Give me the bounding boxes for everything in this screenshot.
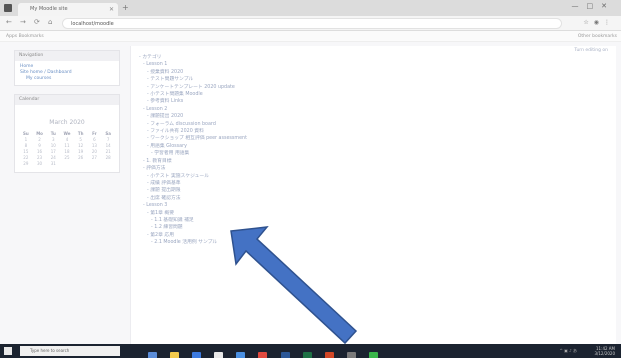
reload-icon[interactable]: ⟳ (34, 18, 40, 26)
category-tree: - カテゴリ - Lesson 1- 授業資料 2020- テスト問題サンプル - … (139, 54, 247, 247)
tree-item[interactable]: - テスト問題サンプル (139, 76, 247, 83)
tree-item[interactable]: - フォーラム discussion board (139, 121, 247, 128)
tree-item[interactable]: - 出席 確認方法 (139, 195, 247, 202)
file-explorer-icon[interactable] (170, 352, 180, 358)
tree-item[interactable]: - 成績 評価基準 (139, 180, 247, 187)
settings-icon[interactable] (346, 352, 356, 358)
calendar-month: March 2020 (49, 119, 85, 126)
home-icon[interactable]: ⌂ (48, 18, 52, 26)
tree-item[interactable]: - 小テスト問題集 Moodle (139, 91, 247, 98)
task-view-icon[interactable] (148, 352, 157, 358)
tree-item[interactable]: - 小テスト 実施スケジュール (139, 173, 247, 180)
taskbar-search[interactable]: Type here to search (20, 346, 120, 356)
main-content: Turn editing on - カテゴリ - Lesson 1- 授業資料 2… (130, 46, 616, 344)
tree-item[interactable]: - 2.1 Moodle 活用例 サンプル (139, 239, 247, 246)
calendar-title: Calendar (15, 95, 119, 105)
tree-item[interactable]: - 参考資料 Links (139, 98, 247, 105)
extension-icons[interactable]: ☆◉⋮ (583, 19, 615, 26)
window-controls[interactable]: —□✕ (572, 2, 615, 10)
tree-item[interactable]: - 課題 提出期限 (139, 187, 247, 194)
calendar-block: Calendar March 2020 Su Mo Tu We Th Fr Sa 1 2 3 4 5 6… (14, 94, 120, 173)
store-icon[interactable] (214, 352, 224, 358)
mail-icon[interactable] (236, 352, 246, 358)
windows-start-icon[interactable] (4, 347, 12, 355)
chrome-icon[interactable] (258, 352, 268, 358)
tree-item[interactable]: - 学習者用 用語集 (139, 150, 247, 157)
pinned-apps (148, 346, 386, 358)
tree-item[interactable]: - 1.1 基礎知識 補足 (139, 217, 247, 224)
calendar-day (60, 160, 74, 166)
browser-toolbar: ← → ⟳ ⌂ localhost/moodle ☆◉⋮ (0, 16, 621, 31)
calendar-grid: Su Mo Tu We Th Fr Sa 1 2 3 4 5 6 7 8 9 10 11 12 13 14 15 16 17 1… (19, 130, 115, 166)
calendar-day[interactable]: 30 (33, 160, 47, 166)
sidebar: Navigation Home Site home / Dashboard My c… (14, 50, 120, 181)
address-bar[interactable]: localhost/moodle (62, 18, 562, 29)
tree-item[interactable]: - Lesson 1 (139, 61, 247, 68)
navigation-block: Navigation Home Site home / Dashboard My c… (14, 50, 120, 86)
tree-item[interactable]: - 用語集 Glossary (139, 143, 247, 150)
forward-icon[interactable]: → (20, 18, 26, 26)
calendar-day (101, 160, 115, 166)
tree-item[interactable]: - ファイル共有 2020 資料 (139, 128, 247, 135)
tab-title: My Moodle site (30, 6, 68, 12)
tree-item[interactable]: - カテゴリ (139, 54, 247, 61)
sidebar-item[interactable]: My courses (20, 76, 114, 82)
tree-item[interactable]: - 第2章 応用 (139, 232, 247, 239)
tree-item[interactable]: - 第1章 概要 (139, 210, 247, 217)
bookmarks-bar: Apps Bookmarks Other bookmarks (0, 31, 621, 42)
tree-item[interactable]: - 課題提出 2020 (139, 113, 247, 120)
app-icon (4, 4, 12, 12)
clock-date: 3/12/2020 (594, 351, 615, 356)
bookmarks-left[interactable]: Apps Bookmarks (6, 31, 44, 42)
address-text: localhost/moodle (71, 21, 114, 27)
page-area: Navigation Home Site home / Dashboard My c… (0, 42, 621, 344)
close-icon[interactable]: ✕ (109, 3, 114, 16)
calendar-day[interactable]: 31 (46, 160, 60, 166)
navigation-title: Navigation (15, 51, 119, 61)
tree-item[interactable]: - 1. 教育目標 (139, 158, 247, 165)
calendar-day (88, 160, 102, 166)
browser-tab-bar: My Moodle site ✕ + —□✕ (0, 0, 621, 16)
tree-item[interactable]: - Lesson 2 (139, 106, 247, 113)
word-icon[interactable] (280, 352, 290, 358)
back-icon[interactable]: ← (6, 18, 12, 26)
turn-editing-link[interactable]: Turn editing on (574, 48, 608, 53)
tree-item[interactable]: - 授業資料 2020 (139, 69, 247, 76)
line-icon[interactable] (368, 352, 378, 358)
taskbar: Type here to search ^ ▣ ♪ あ 11:42 AM 3/1… (0, 344, 621, 358)
calendar-day[interactable]: 29 (19, 160, 33, 166)
new-tab-icon[interactable]: + (122, 3, 129, 12)
tree-item[interactable]: - アンケートテンプレート 2020 update (139, 84, 247, 91)
tree-item[interactable]: - 1.2 練習問題 (139, 224, 247, 231)
search-placeholder: Type here to search (30, 348, 70, 353)
edge-icon[interactable] (192, 352, 202, 358)
tree-item[interactable]: - 評価方法 (139, 165, 247, 172)
clock[interactable]: 11:42 AM 3/12/2020 (594, 346, 615, 356)
navigation-list: Home Site home / Dashboard My courses (15, 61, 119, 85)
tree-item[interactable]: - Lesson 3 (139, 202, 247, 209)
other-bookmarks[interactable]: Other bookmarks (578, 31, 617, 42)
tray-icons[interactable]: ^ ▣ ♪ あ (560, 348, 578, 354)
calendar-day (74, 160, 88, 166)
browser-tab[interactable]: My Moodle site ✕ (18, 3, 118, 16)
tree-item[interactable]: - ワークショップ 相互評価 peer assessment (139, 135, 247, 142)
excel-icon[interactable] (302, 352, 312, 358)
powerpoint-icon[interactable] (324, 352, 334, 358)
